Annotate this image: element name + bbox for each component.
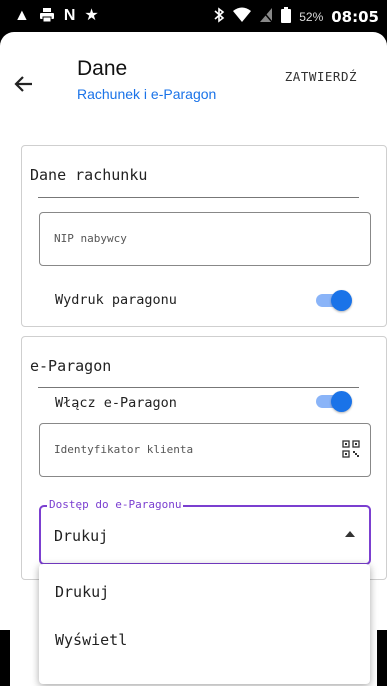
device-bezel [377, 630, 387, 686]
eparagon-card: e-Paragon Włącz e-Paragon Identyfikator … [21, 336, 387, 580]
dropdown-menu: Drukuj Wyświetl [39, 564, 370, 684]
receipt-section-title: Dane rachunku [30, 166, 148, 184]
top-app-bar: Dane Rachunek i e-Paragon ZATWIERDŹ [0, 32, 387, 110]
page-title: Dane [77, 57, 128, 80]
bluetooth-icon [213, 7, 225, 27]
qr-scan-icon[interactable] [342, 440, 360, 458]
printer-icon [39, 7, 55, 28]
no-sim-icon [259, 7, 273, 27]
device-bezel [0, 630, 10, 686]
arrow-left-icon [14, 76, 32, 92]
print-receipt-toggle[interactable] [314, 289, 352, 311]
menu-item-wyswietl[interactable]: Wyświetl [39, 616, 370, 664]
status-bar-left: ▲ N ★ [14, 7, 99, 28]
toggle-knob [331, 290, 352, 311]
toggle-knob [331, 391, 352, 412]
eparagon-section-title: e-Paragon [30, 357, 112, 375]
star-icon: ★ [84, 7, 99, 24]
menu-item-drukuj[interactable]: Drukuj [39, 568, 370, 616]
nip-input[interactable]: NIP nabywcy [39, 212, 371, 266]
menu-item-label: Wyświetl [55, 631, 128, 649]
status-bar: ▲ N ★ 52% 08:05 [0, 0, 387, 32]
page-subtitle: Rachunek i e-Paragon [77, 86, 217, 102]
menu-item-label: Drukuj [55, 583, 110, 601]
nip-placeholder: NIP nabywcy [54, 232, 127, 245]
section-divider [38, 197, 359, 198]
client-id-input[interactable]: Identyfikator klienta [39, 423, 371, 477]
battery-icon [281, 7, 292, 27]
back-button[interactable] [8, 68, 40, 100]
caret-up-icon [345, 531, 355, 537]
client-id-placeholder: Identyfikator klienta [54, 443, 194, 456]
warning-icon: ▲ [14, 7, 30, 24]
wifi-icon [233, 7, 252, 27]
app-screen: Dane Rachunek i e-Paragon ZATWIERDŹ Dane… [0, 32, 387, 686]
enable-eparagon-toggle[interactable] [314, 390, 352, 412]
section-divider [38, 387, 359, 388]
eparagon-access-select[interactable]: Dostęp do e-Paragonu Drukuj [39, 498, 371, 565]
battery-percent: 52% [299, 10, 324, 24]
select-label: Dostęp do e-Paragonu [47, 498, 184, 511]
n-icon: N [63, 7, 76, 24]
status-bar-right: 52% 08:05 [213, 7, 379, 27]
enable-eparagon-label: Włącz e-Paragon [55, 395, 177, 411]
receipt-data-card: Dane rachunku NIP nabywcy Wydruk paragon… [21, 145, 387, 327]
select-value: Drukuj [54, 527, 109, 545]
clock: 08:05 [331, 8, 379, 26]
print-receipt-label: Wydruk paragonu [55, 292, 177, 308]
confirm-button[interactable]: ZATWIERDŹ [285, 69, 357, 84]
